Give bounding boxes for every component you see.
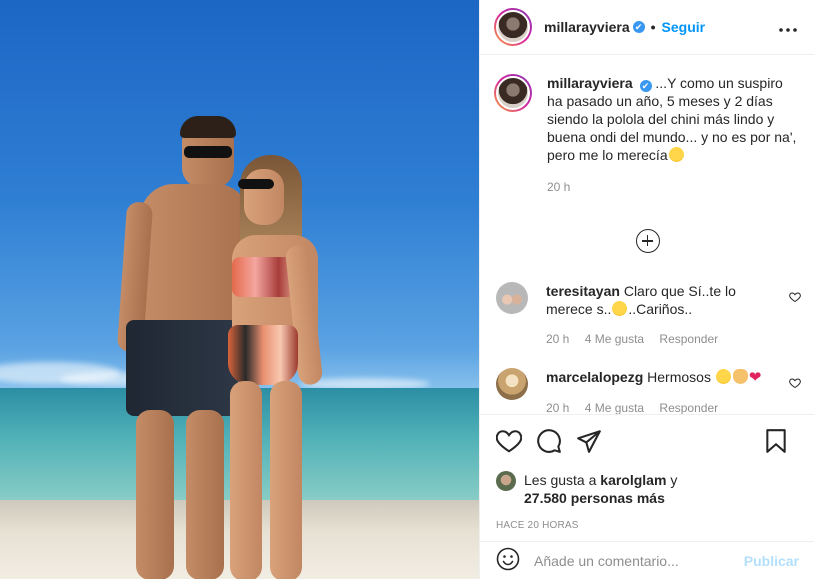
comment-time: 20 h [546, 401, 570, 414]
woman-figure [222, 155, 332, 579]
comment-bubble-icon[interactable] [536, 428, 576, 457]
paper-plane-icon[interactable] [576, 429, 616, 456]
caption-avatar[interactable] [494, 74, 532, 112]
separator-dot: • [650, 19, 656, 35]
likes-summary: Les gusta a karolglam y 27.580 personas … [480, 455, 814, 507]
reply-button[interactable]: Responder [659, 332, 718, 346]
verified-badge-icon: ✔ [639, 80, 652, 92]
likes-prefix: Les gusta a [524, 472, 597, 488]
grimacing-face-emoji [668, 147, 684, 162]
likes-count[interactable]: 27.580 personas más [524, 490, 665, 506]
comment-likes[interactable]: 4 Me gusta [585, 332, 644, 346]
smiley-face-icon[interactable] [496, 547, 520, 574]
comment-body: teresitayan Claro que Sí..te lo merece s… [546, 282, 776, 348]
comment-time: 20 h [546, 332, 570, 346]
action-bar [480, 415, 814, 455]
red-heart-emoji: ❤ [748, 369, 762, 386]
more-options-icon[interactable] [778, 17, 798, 38]
comment-like-icon[interactable] [789, 376, 801, 392]
bookmark-icon[interactable] [765, 428, 801, 457]
comment-like-icon[interactable] [789, 290, 801, 306]
comment-item: marcelalopezg Hermosos ❤ 20 h 4 Me gusta… [480, 368, 814, 414]
post-photo[interactable] [0, 0, 479, 579]
comment-likes[interactable]: 4 Me gusta [585, 401, 644, 414]
heart-outline-icon[interactable] [495, 429, 536, 456]
caption-username[interactable]: millarayviera [547, 75, 633, 91]
plus-circle-icon[interactable] [635, 229, 660, 253]
add-comment-bar: Publicar [480, 541, 814, 579]
comment-body: marcelalopezg Hermosos ❤ 20 h 4 Me gusta… [546, 368, 776, 414]
heart-eyes-emoji [715, 369, 731, 384]
caption-time: 20 h [547, 180, 571, 194]
post-side-panel: millarayviera ✔ • Seguir millarayviera ✔… [479, 0, 814, 579]
instagram-post: millarayviera ✔ • Seguir millarayviera ✔… [0, 0, 814, 579]
comment-item: teresitayan Claro que Sí..te lo merece s… [480, 282, 814, 348]
post-header: millarayviera ✔ • Seguir [480, 0, 814, 55]
liker-username[interactable]: karolglam [600, 472, 666, 488]
comments-scroll-area[interactable]: millarayviera ✔ ...Y como un suspiro ha … [480, 56, 814, 414]
commenter-avatar[interactable] [496, 368, 528, 400]
commenter-avatar[interactable] [496, 282, 528, 314]
author-avatar[interactable] [494, 8, 532, 46]
liker-avatar[interactable] [496, 471, 516, 491]
caption-body: millarayviera ✔ ...Y como un suspiro ha … [547, 74, 799, 196]
heart-eyes-emoji [612, 301, 628, 316]
comment-input[interactable] [534, 552, 744, 569]
clapping-hands-emoji [732, 369, 748, 384]
publish-button[interactable]: Publicar [744, 553, 799, 569]
author-username[interactable]: millarayviera [544, 19, 630, 35]
commenter-username[interactable]: marcelalopezg [546, 369, 643, 385]
comment-text: Hermosos [647, 369, 711, 385]
comment-meta: 20 h 4 Me gusta Responder [546, 330, 776, 348]
commenter-username[interactable]: teresitayan [546, 283, 620, 299]
caption: millarayviera ✔ ...Y como un suspiro ha … [480, 56, 814, 196]
comment-text-end: ..Cariños.. [628, 301, 693, 317]
reply-button[interactable]: Responder [659, 401, 718, 414]
post-actions: Les gusta a karolglam y 27.580 personas … [480, 414, 814, 531]
likes-conj: y [670, 472, 678, 488]
comment-meta: 20 h 4 Me gusta Responder [546, 399, 776, 414]
verified-badge-icon: ✔ [632, 21, 645, 33]
post-timestamp: HACE 20 HORAS [496, 520, 579, 531]
follow-button[interactable]: Seguir [662, 19, 706, 35]
